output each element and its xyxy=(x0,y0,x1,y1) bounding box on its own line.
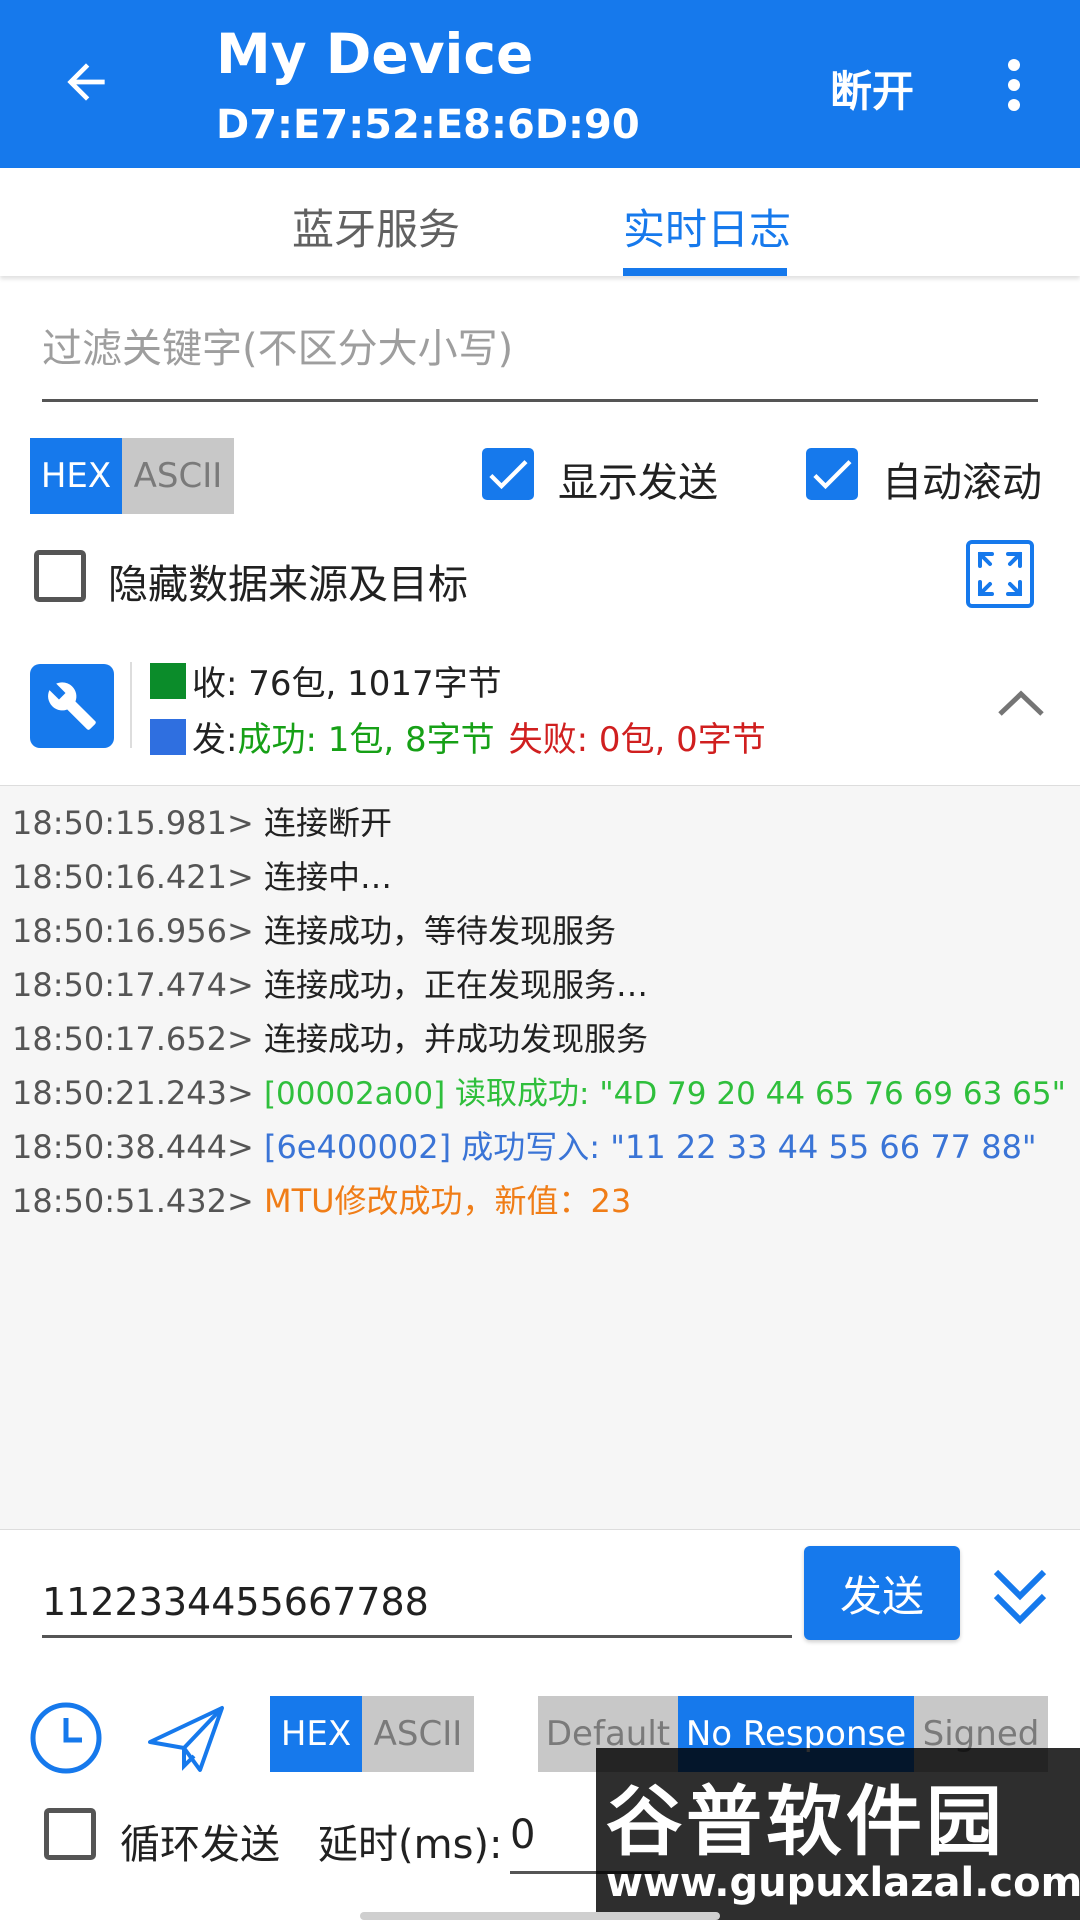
recv-text: 76包, 1017字节 xyxy=(248,664,502,704)
display-format-toggle: HEX ASCII xyxy=(30,438,234,514)
filter-field xyxy=(42,318,1038,402)
auto-scroll-checkbox[interactable] xyxy=(806,448,858,500)
tab-bar: 蓝牙服务 实时日志 xyxy=(0,168,1080,276)
recv-stats: 收: 76包, 1017字节 xyxy=(150,656,502,705)
tab-indicator xyxy=(623,268,787,276)
settings-tool-button[interactable] xyxy=(30,664,114,748)
log-message: 连接断开 xyxy=(263,804,392,842)
send-prefix: 发: xyxy=(192,720,238,760)
log-line: 18:50:16.956> 连接成功，等待发现服务 xyxy=(12,912,616,950)
expand-send-panel-button[interactable] xyxy=(990,1560,1050,1630)
log-message: MTU修改成功，新值：23 xyxy=(263,1182,632,1220)
log-message: 连接成功，正在发现服务… xyxy=(263,966,648,1004)
tab-bluetooth-services[interactable]: 蓝牙服务 xyxy=(292,196,460,257)
hide-source-checkbox[interactable] xyxy=(34,550,86,602)
send-format-toggle: HEX ASCII xyxy=(270,1696,474,1772)
arrow-left-icon xyxy=(67,63,105,101)
watermark-text: 谷普软件园 xyxy=(606,1777,1006,1866)
more-options-button[interactable] xyxy=(990,50,1038,120)
back-button[interactable] xyxy=(44,40,128,124)
chevron-up-icon xyxy=(998,690,1044,716)
show-send-label: 显示发送 xyxy=(558,460,718,506)
show-send-checkbox[interactable] xyxy=(482,448,534,500)
device-address: D7:E7:52:E8:6D:90 xyxy=(216,102,640,148)
log-line: 18:50:51.432> MTU修改成功，新值：23 xyxy=(12,1182,632,1220)
log-message: 连接中… xyxy=(263,858,392,896)
check-icon xyxy=(489,460,528,490)
delay-label: 延时(ms): xyxy=(318,1822,503,1868)
log-panel[interactable]: 18:50:15.981> 连接断开 18:50:16.421> 连接中… 18… xyxy=(0,785,1080,1530)
collapse-stats-button[interactable] xyxy=(994,682,1048,722)
paper-plane-icon xyxy=(148,1706,224,1772)
log-line: 18:50:21.243> [00002a00] 读取成功: "4D 79 20… xyxy=(12,1074,1066,1112)
send-success: 成功: 1包, 8字节 xyxy=(237,720,495,760)
log-message: 连接成功，等待发现服务 xyxy=(263,912,616,950)
display-ascii-option[interactable]: ASCII xyxy=(122,438,234,514)
loop-send-checkbox[interactable] xyxy=(44,1808,96,1860)
send-swatch xyxy=(150,718,186,755)
log-message: [6e400002] 成功写入: "11 22 33 44 55 66 77 8… xyxy=(263,1128,1037,1166)
send-data-input[interactable]: 1122334455667788 xyxy=(42,1568,792,1638)
bottom-scroll-hint xyxy=(360,1912,720,1920)
recv-prefix: 收: xyxy=(192,664,249,704)
clock-icon xyxy=(30,1702,102,1774)
fullscreen-icon xyxy=(978,552,1022,596)
stats-divider xyxy=(130,662,132,748)
schedule-button[interactable] xyxy=(28,1700,104,1776)
log-line: 18:50:16.421> 连接中… xyxy=(12,858,392,896)
check-icon xyxy=(813,460,852,490)
watermark-overlay: 谷普软件园 www.gupuxlazal.com xyxy=(596,1748,1080,1920)
fullscreen-button[interactable] xyxy=(966,540,1034,608)
log-message: [00002a00] 读取成功: "4D 79 20 44 65 76 69 6… xyxy=(263,1076,1066,1112)
send-hex-option[interactable]: HEX xyxy=(270,1696,362,1772)
send-stats: 发: 成功: 1包, 8字节 失败: 0包, 0字节 xyxy=(150,712,766,761)
app-bar: My Device D7:E7:52:E8:6D:90 断开 xyxy=(0,0,1080,168)
filter-input[interactable] xyxy=(42,318,1038,372)
loop-send-label: 循环发送 xyxy=(120,1822,280,1868)
quick-send-button[interactable] xyxy=(144,1700,228,1776)
watermark-url: www.gupuxlazal.com xyxy=(606,1860,1080,1906)
log-line: 18:50:17.652> 连接成功，并成功发现服务 xyxy=(12,1020,648,1058)
recv-swatch xyxy=(150,662,186,699)
disconnect-button[interactable]: 断开 xyxy=(830,58,914,119)
more-vert-icon xyxy=(1008,59,1020,111)
hide-source-label: 隐藏数据来源及目标 xyxy=(108,562,468,608)
display-hex-option[interactable]: HEX xyxy=(30,438,122,514)
log-line: 18:50:17.474> 连接成功，正在发现服务… xyxy=(12,966,648,1004)
send-ascii-option[interactable]: ASCII xyxy=(362,1696,474,1772)
send-button[interactable]: 发送 xyxy=(804,1546,960,1640)
tab-realtime-log[interactable]: 实时日志 xyxy=(623,196,791,257)
log-line: 18:50:15.981> 连接断开 xyxy=(12,804,392,842)
auto-scroll-label: 自动滚动 xyxy=(882,460,1042,506)
wrench-icon xyxy=(48,682,96,730)
device-name: My Device xyxy=(216,22,534,86)
send-fail: 失败: 0包, 0字节 xyxy=(508,720,766,760)
log-message: 连接成功，并成功发现服务 xyxy=(263,1020,648,1058)
log-line: 18:50:38.444> [6e400002] 成功写入: "11 22 33… xyxy=(12,1128,1037,1166)
double-chevron-down-icon xyxy=(993,1569,1047,1625)
